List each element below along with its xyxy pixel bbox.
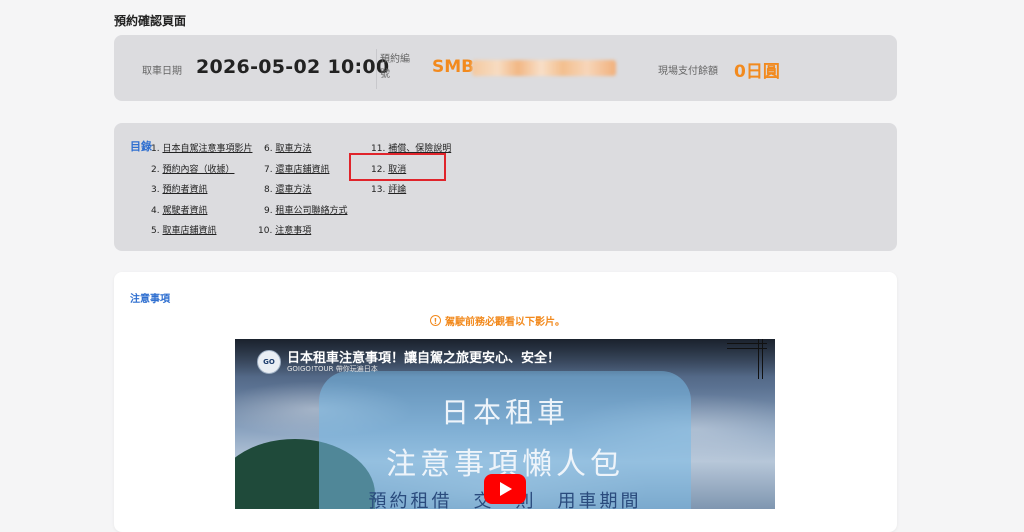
onsite-payment-label: 現場支付餘額 xyxy=(658,66,718,77)
channel-avatar[interactable]: GO xyxy=(257,350,281,374)
frame-line xyxy=(727,343,767,344)
warning-icon: ! xyxy=(430,315,441,326)
table-of-contents: 目錄 1. 日本自駕注意事項影片 2. 預約內容（收據） 3. 預約者資訊 4.… xyxy=(114,123,897,251)
toc-link-13[interactable]: 13. 評論 xyxy=(371,182,406,195)
toc-title: 目錄 xyxy=(130,140,152,153)
toc-link-1[interactable]: 1. 日本自駕注意事項影片 xyxy=(151,141,252,154)
reservation-number-label: 預約編號 xyxy=(380,54,410,80)
notes-section: 注意事項 ! 駕駛前務必觀看以下影片。 日本租車 注意事項懶人包 預約租借 交 … xyxy=(114,272,897,532)
play-button-icon[interactable] xyxy=(484,474,526,504)
frame-line xyxy=(758,339,759,379)
notes-title: 注意事項 xyxy=(130,294,170,305)
toc-link-9[interactable]: 9. 租車公司聯絡方式 xyxy=(264,203,347,216)
reservation-number-redacted xyxy=(472,60,616,76)
video-channel-name: GOIGO!TOUR 帶你玩遍日本 xyxy=(287,365,378,373)
divider xyxy=(376,49,377,89)
frame-line xyxy=(727,348,767,349)
onsite-payment-value: 0日圓 xyxy=(734,62,780,82)
toc-link-10[interactable]: 10. 注意事項 xyxy=(258,223,311,236)
video-warning: ! 駕駛前務必觀看以下影片。 xyxy=(430,313,565,328)
reservation-summary-card: 取車日期 2026-05-02 10:00 預約編號 SMB 現場支付餘額 0日… xyxy=(114,35,897,101)
toc-link-7[interactable]: 7. 還車店鋪資訊 xyxy=(264,162,329,175)
video-player[interactable]: 日本租車 注意事項懶人包 預約租借 交 則 用車期間 GO 日本租車注意事項！讓… xyxy=(235,339,775,509)
frame-line xyxy=(762,339,763,379)
toc-link-8[interactable]: 8. 還車方法 xyxy=(264,182,311,195)
warning-text: 駕駛前務必觀看以下影片。 xyxy=(445,317,565,328)
toc-link-5[interactable]: 5. 取車店鋪資訊 xyxy=(151,223,216,236)
reservation-number-value: SMB xyxy=(432,57,475,77)
toc-link-4[interactable]: 4. 駕駛者資訊 xyxy=(151,203,207,216)
pickup-date-value: 2026-05-02 10:00 xyxy=(196,56,390,78)
toc-link-2[interactable]: 2. 預約內容（收據） xyxy=(151,162,234,175)
cancel-highlight-box xyxy=(349,153,446,181)
pickup-date-label: 取車日期 xyxy=(142,66,182,77)
toc-link-3[interactable]: 3. 預約者資訊 xyxy=(151,182,207,195)
page-title: 預約確認頁面 xyxy=(114,14,187,28)
toc-link-6[interactable]: 6. 取車方法 xyxy=(264,141,311,154)
video-text-line1: 日本租車 xyxy=(440,396,569,429)
